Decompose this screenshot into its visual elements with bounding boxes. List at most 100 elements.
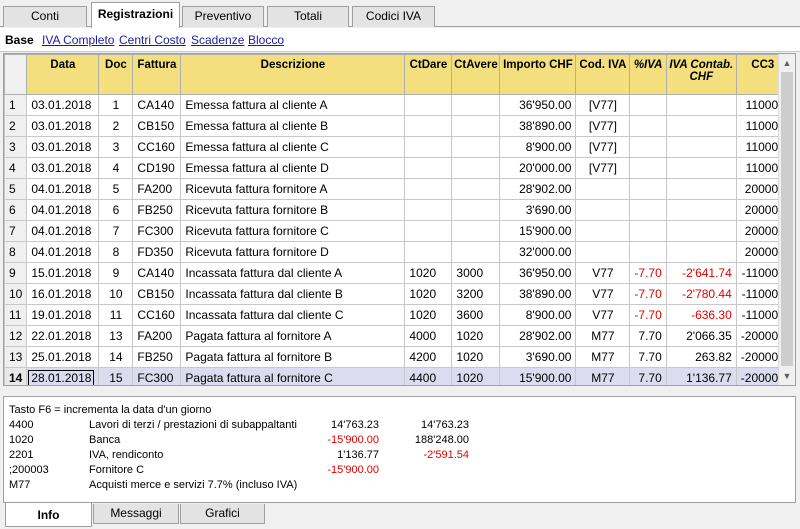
description-cell[interactable]: Ricevuta fattura fornitore A <box>180 178 406 200</box>
credit-account-cell[interactable] <box>451 178 501 200</box>
table-row[interactable]: 14 28.01.2018 15 FC300 Pagata fattura al for… <box>4 367 790 385</box>
vat-amount-cell[interactable] <box>665 94 737 116</box>
amount-cell[interactable]: 15'900.00 <box>499 367 577 385</box>
tab-conti[interactable]: Conti <box>3 6 87 27</box>
vat-amount-header[interactable]: IVA Contab. CHF <box>665 54 737 95</box>
view-scadenze[interactable]: Scadenze <box>191 33 244 47</box>
vat-code-cell[interactable]: [V77] <box>575 136 631 158</box>
amount-cell[interactable]: 8'900.00 <box>499 136 577 158</box>
description-cell[interactable]: Incassata fattura dal cliente A <box>180 262 406 284</box>
invoice-cell[interactable]: FC300 <box>132 367 182 385</box>
description-cell[interactable]: Pagata fattura al fornitore B <box>180 346 406 368</box>
vat-percent-cell[interactable]: -7.70 <box>629 304 667 326</box>
table-row[interactable]: 1 03.01.2018 1 CA140 Emessa fattura al clien… <box>4 94 790 116</box>
date-cell[interactable]: 28.01.2018 <box>26 367 100 385</box>
invoice-header[interactable]: Fattura <box>132 54 182 95</box>
vat-code-cell[interactable] <box>575 241 631 263</box>
invoice-cell[interactable]: CD190 <box>132 157 182 179</box>
table-row[interactable]: 5 04.01.2018 5 FA200 Ricevuta fattura fornit… <box>4 178 790 200</box>
tab-info[interactable]: Info <box>5 503 92 527</box>
debit-account-cell[interactable] <box>404 115 453 137</box>
date-edit-box[interactable]: 28.01.2018 <box>28 370 95 385</box>
vat-amount-cell[interactable] <box>665 199 737 221</box>
credit-account-cell[interactable] <box>451 199 501 221</box>
date-cell[interactable]: 03.01.2018 <box>26 115 100 137</box>
table-row[interactable]: 7 04.01.2018 7 FC300 Ricevuta fattura fornit… <box>4 220 790 242</box>
amount-cell[interactable]: 20'000.00 <box>499 157 577 179</box>
date-cell[interactable]: 03.01.2018 <box>26 94 100 116</box>
tab-messaggi[interactable]: Messaggi <box>93 504 179 524</box>
amount-cell[interactable]: 3'690.00 <box>499 199 577 221</box>
scroll-down-arrow-icon[interactable]: ▼ <box>779 368 795 384</box>
date-cell[interactable]: 04.01.2018 <box>26 199 100 221</box>
amount-cell[interactable]: 32'000.00 <box>499 241 577 263</box>
vat-percent-cell[interactable] <box>629 178 667 200</box>
invoice-cell[interactable]: FC300 <box>132 220 182 242</box>
date-cell[interactable]: 03.01.2018 <box>26 157 100 179</box>
date-cell[interactable]: 03.01.2018 <box>26 136 100 158</box>
vat-amount-cell[interactable] <box>665 178 737 200</box>
table-row[interactable]: 8 04.01.2018 8 FD350 Ricevuta fattura fornit… <box>4 241 790 263</box>
vat-percent-cell[interactable] <box>629 220 667 242</box>
vat-amount-cell[interactable] <box>665 220 737 242</box>
view-base[interactable]: Base <box>5 33 34 47</box>
vat-percent-header[interactable]: %IVA <box>629 54 667 95</box>
debit-account-cell[interactable] <box>404 199 453 221</box>
invoice-cell[interactable]: CC160 <box>132 304 182 326</box>
vat-percent-cell[interactable]: -7.70 <box>629 262 667 284</box>
date-cell[interactable]: 16.01.2018 <box>26 283 100 305</box>
description-cell[interactable]: Emessa fattura al cliente D <box>180 157 406 179</box>
credit-account-cell[interactable]: 1020 <box>451 346 501 368</box>
table-row[interactable]: 3 03.01.2018 3 CC160 Emessa fattura al clien… <box>4 136 790 158</box>
amount-cell[interactable]: 38'890.00 <box>499 283 577 305</box>
debit-account-cell[interactable] <box>404 94 453 116</box>
credit-account-cell[interactable] <box>451 241 501 263</box>
doc-cell[interactable]: 14 <box>98 346 134 368</box>
doc-cell[interactable]: 5 <box>98 178 134 200</box>
scroll-up-arrow-icon[interactable]: ▲ <box>779 55 795 71</box>
description-cell[interactable]: Emessa fattura al cliente A <box>180 94 406 116</box>
date-cell[interactable]: 19.01.2018 <box>26 304 100 326</box>
vat-code-cell[interactable]: M77 <box>575 367 631 385</box>
description-cell[interactable]: Pagata fattura al fornitore C <box>180 367 406 385</box>
invoice-cell[interactable]: CA140 <box>132 262 182 284</box>
vat-amount-cell[interactable] <box>665 115 737 137</box>
view-blocco[interactable]: Blocco <box>248 33 284 47</box>
vat-percent-cell[interactable] <box>629 241 667 263</box>
amount-cell[interactable]: 3'690.00 <box>499 346 577 368</box>
tab-totali[interactable]: Totali <box>267 6 349 27</box>
credit-account-cell[interactable] <box>451 136 501 158</box>
tab-codici-iva[interactable]: Codici IVA <box>352 6 435 27</box>
description-header[interactable]: Descrizione <box>180 54 406 95</box>
vat-percent-cell[interactable]: 7.70 <box>629 346 667 368</box>
description-cell[interactable]: Ricevuta fattura fornitore B <box>180 199 406 221</box>
vat-percent-cell[interactable] <box>629 157 667 179</box>
vertical-scrollbar[interactable]: ▲ ▼ <box>778 54 795 385</box>
vat-amount-cell[interactable] <box>665 241 737 263</box>
amount-header[interactable]: Importo CHF <box>499 54 577 95</box>
doc-cell[interactable]: 13 <box>98 325 134 347</box>
doc-cell[interactable]: 4 <box>98 157 134 179</box>
vat-code-header[interactable]: Cod. IVA <box>575 54 631 95</box>
vat-percent-cell[interactable] <box>629 199 667 221</box>
description-cell[interactable]: Emessa fattura al cliente B <box>180 115 406 137</box>
tab-preventivo[interactable]: Preventivo <box>182 6 264 27</box>
doc-cell[interactable]: 1 <box>98 94 134 116</box>
invoice-cell[interactable]: CB150 <box>132 283 182 305</box>
debit-account-cell[interactable] <box>404 241 453 263</box>
table-row[interactable]: 4 03.01.2018 4 CD190 Emessa fattura al clien… <box>4 157 790 179</box>
vat-code-cell[interactable] <box>575 199 631 221</box>
amount-cell[interactable]: 15'900.00 <box>499 220 577 242</box>
amount-cell[interactable]: 36'950.00 <box>499 94 577 116</box>
debit-account-cell[interactable]: 1020 <box>404 283 453 305</box>
invoice-cell[interactable]: CA140 <box>132 94 182 116</box>
description-cell[interactable]: Ricevuta fattura fornitore C <box>180 220 406 242</box>
credit-account-cell[interactable]: 3600 <box>451 304 501 326</box>
amount-cell[interactable]: 36'950.00 <box>499 262 577 284</box>
doc-cell[interactable]: 9 <box>98 262 134 284</box>
vat-percent-cell[interactable]: 7.70 <box>629 325 667 347</box>
doc-cell[interactable]: 7 <box>98 220 134 242</box>
tab-grafici[interactable]: Grafici <box>180 504 265 524</box>
debit-account-cell[interactable]: 4400 <box>404 367 453 385</box>
table-row[interactable]: 9 15.01.2018 9 CA140 Incassata fattura dal c… <box>4 262 790 284</box>
